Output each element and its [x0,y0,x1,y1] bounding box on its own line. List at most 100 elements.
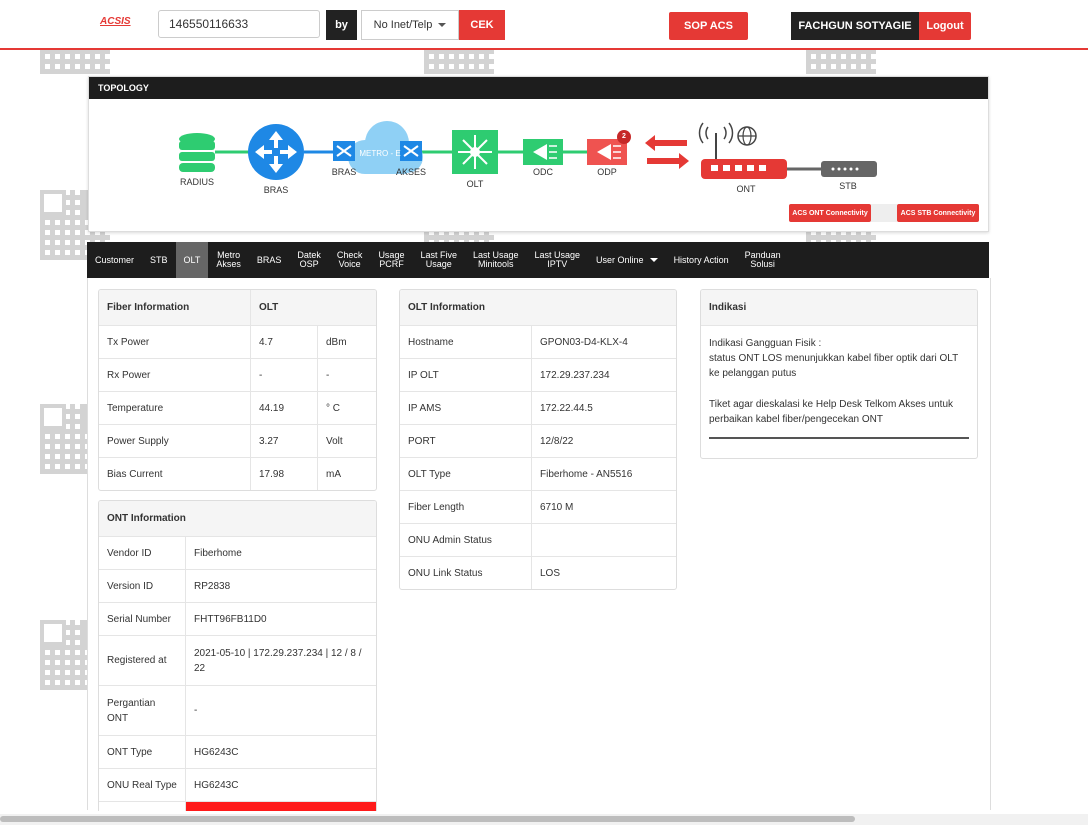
tab-last-usage-minitools[interactable]: Last Usage Minitools [465,242,527,278]
stb-label: STB [839,181,857,191]
olt-information-panel: OLT Information Hostname GPON03-D4-KLX-4 … [399,289,677,590]
row-value: 44.19 [250,391,318,425]
info-tabs: Customer STB OLT Metro Akses BRAS Datek OS… [87,242,989,278]
radius-label: RADIUS [179,177,214,187]
row-label: Registered at [99,635,186,686]
row-unit: dBm [317,325,376,359]
row-label: IP AMS [400,391,532,425]
tab-label-2: Voice [338,259,361,269]
row-unit: Volt [317,424,376,458]
odc-label: ODC [533,167,553,177]
tab-bras[interactable]: BRAS [249,242,290,278]
radius-database-icon[interactable] [179,133,215,172]
row-label: ONU Admin Status [400,523,532,557]
row-value: 12/8/22 [531,424,676,458]
table-row: Registered at 2021-05-10 | 172.29.237.234… [99,635,376,686]
tab-user-online[interactable]: User Online [588,242,666,278]
table-row: ONT Type HG6243C [99,735,376,769]
row-unit: - [317,358,376,392]
acs-stb-connectivity-button[interactable]: ACS STB Connectivity [897,204,979,222]
cek-button[interactable]: CEK [459,10,505,40]
bras-switch-icon[interactable] [333,141,355,161]
tab-metro-akses[interactable]: Metro Akses [208,242,249,278]
tab-check-voice[interactable]: Check Voice [329,242,371,278]
row-unit: mA [317,457,376,490]
tab-stb[interactable]: STB [142,242,176,278]
table-row: ONU Link Status LOS [400,556,676,589]
tab-history-action[interactable]: History Action [666,242,737,278]
ont-header: ONT Information [99,501,376,537]
akses-label: AKSES [395,167,426,177]
loading-spinner-icon [871,204,897,222]
stb-box-icon[interactable] [821,161,877,177]
search-type-select[interactable]: No Inet/Telp [361,10,459,40]
row-value: 2021-05-10 | 172.29.237.234 | 12 / 8 / 2… [185,635,376,686]
table-row: PORT 12/8/22 [400,424,676,458]
metro-label: METRO - E [359,149,401,158]
tab-datek-osp[interactable]: Datek OSP [289,242,329,278]
row-value: GPON03-D4-KLX-4 [531,325,676,359]
indikasi-status: status ONT LOS menunjukkan kabel fiber o… [709,353,959,379]
table-row: ONU Real Type HG6243C [99,768,376,802]
by-label: by [326,10,357,40]
row-label: ONU Link Status [408,567,483,579]
row-label: IP OLT [400,358,532,392]
row-label: Pergantian ONT [99,685,186,736]
tab-label-2: Akses [216,259,241,269]
search-input[interactable] [158,10,320,38]
row-value: HG6243C [185,768,376,802]
table-row: Rx Power - - [99,358,376,392]
row-value: HG6243C [185,735,376,769]
row-label: Bias Current [107,468,163,480]
tab-usage-pcrf[interactable]: Usage PCRF [370,242,412,278]
tab-label-2: Solusi [750,259,775,269]
row-unit: ° C [317,391,376,425]
app-logo[interactable]: ACSIS [100,16,131,27]
tab-label-2: PCRF [379,259,404,269]
odc-splitter-icon[interactable] [523,139,563,165]
row-label: PORT [400,424,532,458]
chevron-down-icon [649,258,658,262]
fiber-information-panel: Fiber Information OLT Tx Power 4.7 dBm Rx … [98,289,377,491]
table-row: Tx Power 4.7 dBm [99,325,376,359]
row-label: Vendor ID [99,536,186,570]
ont-information-panel: ONT Information Vendor ID Fiberhome Versi… [98,500,377,811]
tab-label: History Action [673,254,729,265]
row-value: 17.98 [250,457,318,490]
tab-label: STB [150,254,168,265]
row-label: Tx Power [99,325,251,359]
akses-switch-icon[interactable] [400,141,422,161]
ont-label: ONT [736,184,756,194]
tab-customer[interactable]: Customer [87,242,142,278]
table-row: IP OLT 172.29.237.234 [400,358,676,392]
table-row: Fiber Length 6710 M [400,490,676,524]
table-row: ONU Admin Status [400,523,676,557]
row-label: ONT Type [99,735,186,769]
user-name-button[interactable]: FACHGUN SOTYAGIE [791,12,919,40]
row-label: Temperature [99,391,251,425]
sop-acs-button[interactable]: SOP ACS [669,12,748,40]
tab-panduan-solusi[interactable]: Panduan Solusi [737,242,789,278]
tab-last-five-usage[interactable]: Last Five Usage [412,242,465,278]
row-label: Fiber Length [400,490,532,524]
row-value: RP2838 [185,569,376,603]
row-value: 3.27 [250,424,318,458]
indikasi-title: Indikasi Gangguan Fisik : [709,338,822,349]
row-label: Serial Number [99,602,186,636]
row-label: Power Supply [99,424,251,458]
row-label: Rx Power [99,358,251,392]
bras-label: BRAS [263,185,289,195]
olt-label: OLT [466,179,484,189]
bras-router-icon[interactable] [248,124,304,180]
olt-switch-icon[interactable] [452,130,498,174]
logout-button[interactable]: Logout [919,12,971,40]
tab-last-usage-iptv[interactable]: Last Usage IPTV [527,242,589,278]
table-row: Hostname GPON03-D4-KLX-4 [400,325,676,359]
row-value: - [185,685,376,736]
acs-ont-connectivity-button[interactable]: ACS ONT Connectivity [789,204,871,222]
table-row: Bias Current 17.98 mA [99,457,376,490]
scrollbar-thumb[interactable] [0,816,855,822]
tab-olt[interactable]: OLT [175,242,209,278]
table-row: OLT Type Fiberhome - AN5516 [400,457,676,491]
row-value: 172.29.237.234 [531,358,676,392]
